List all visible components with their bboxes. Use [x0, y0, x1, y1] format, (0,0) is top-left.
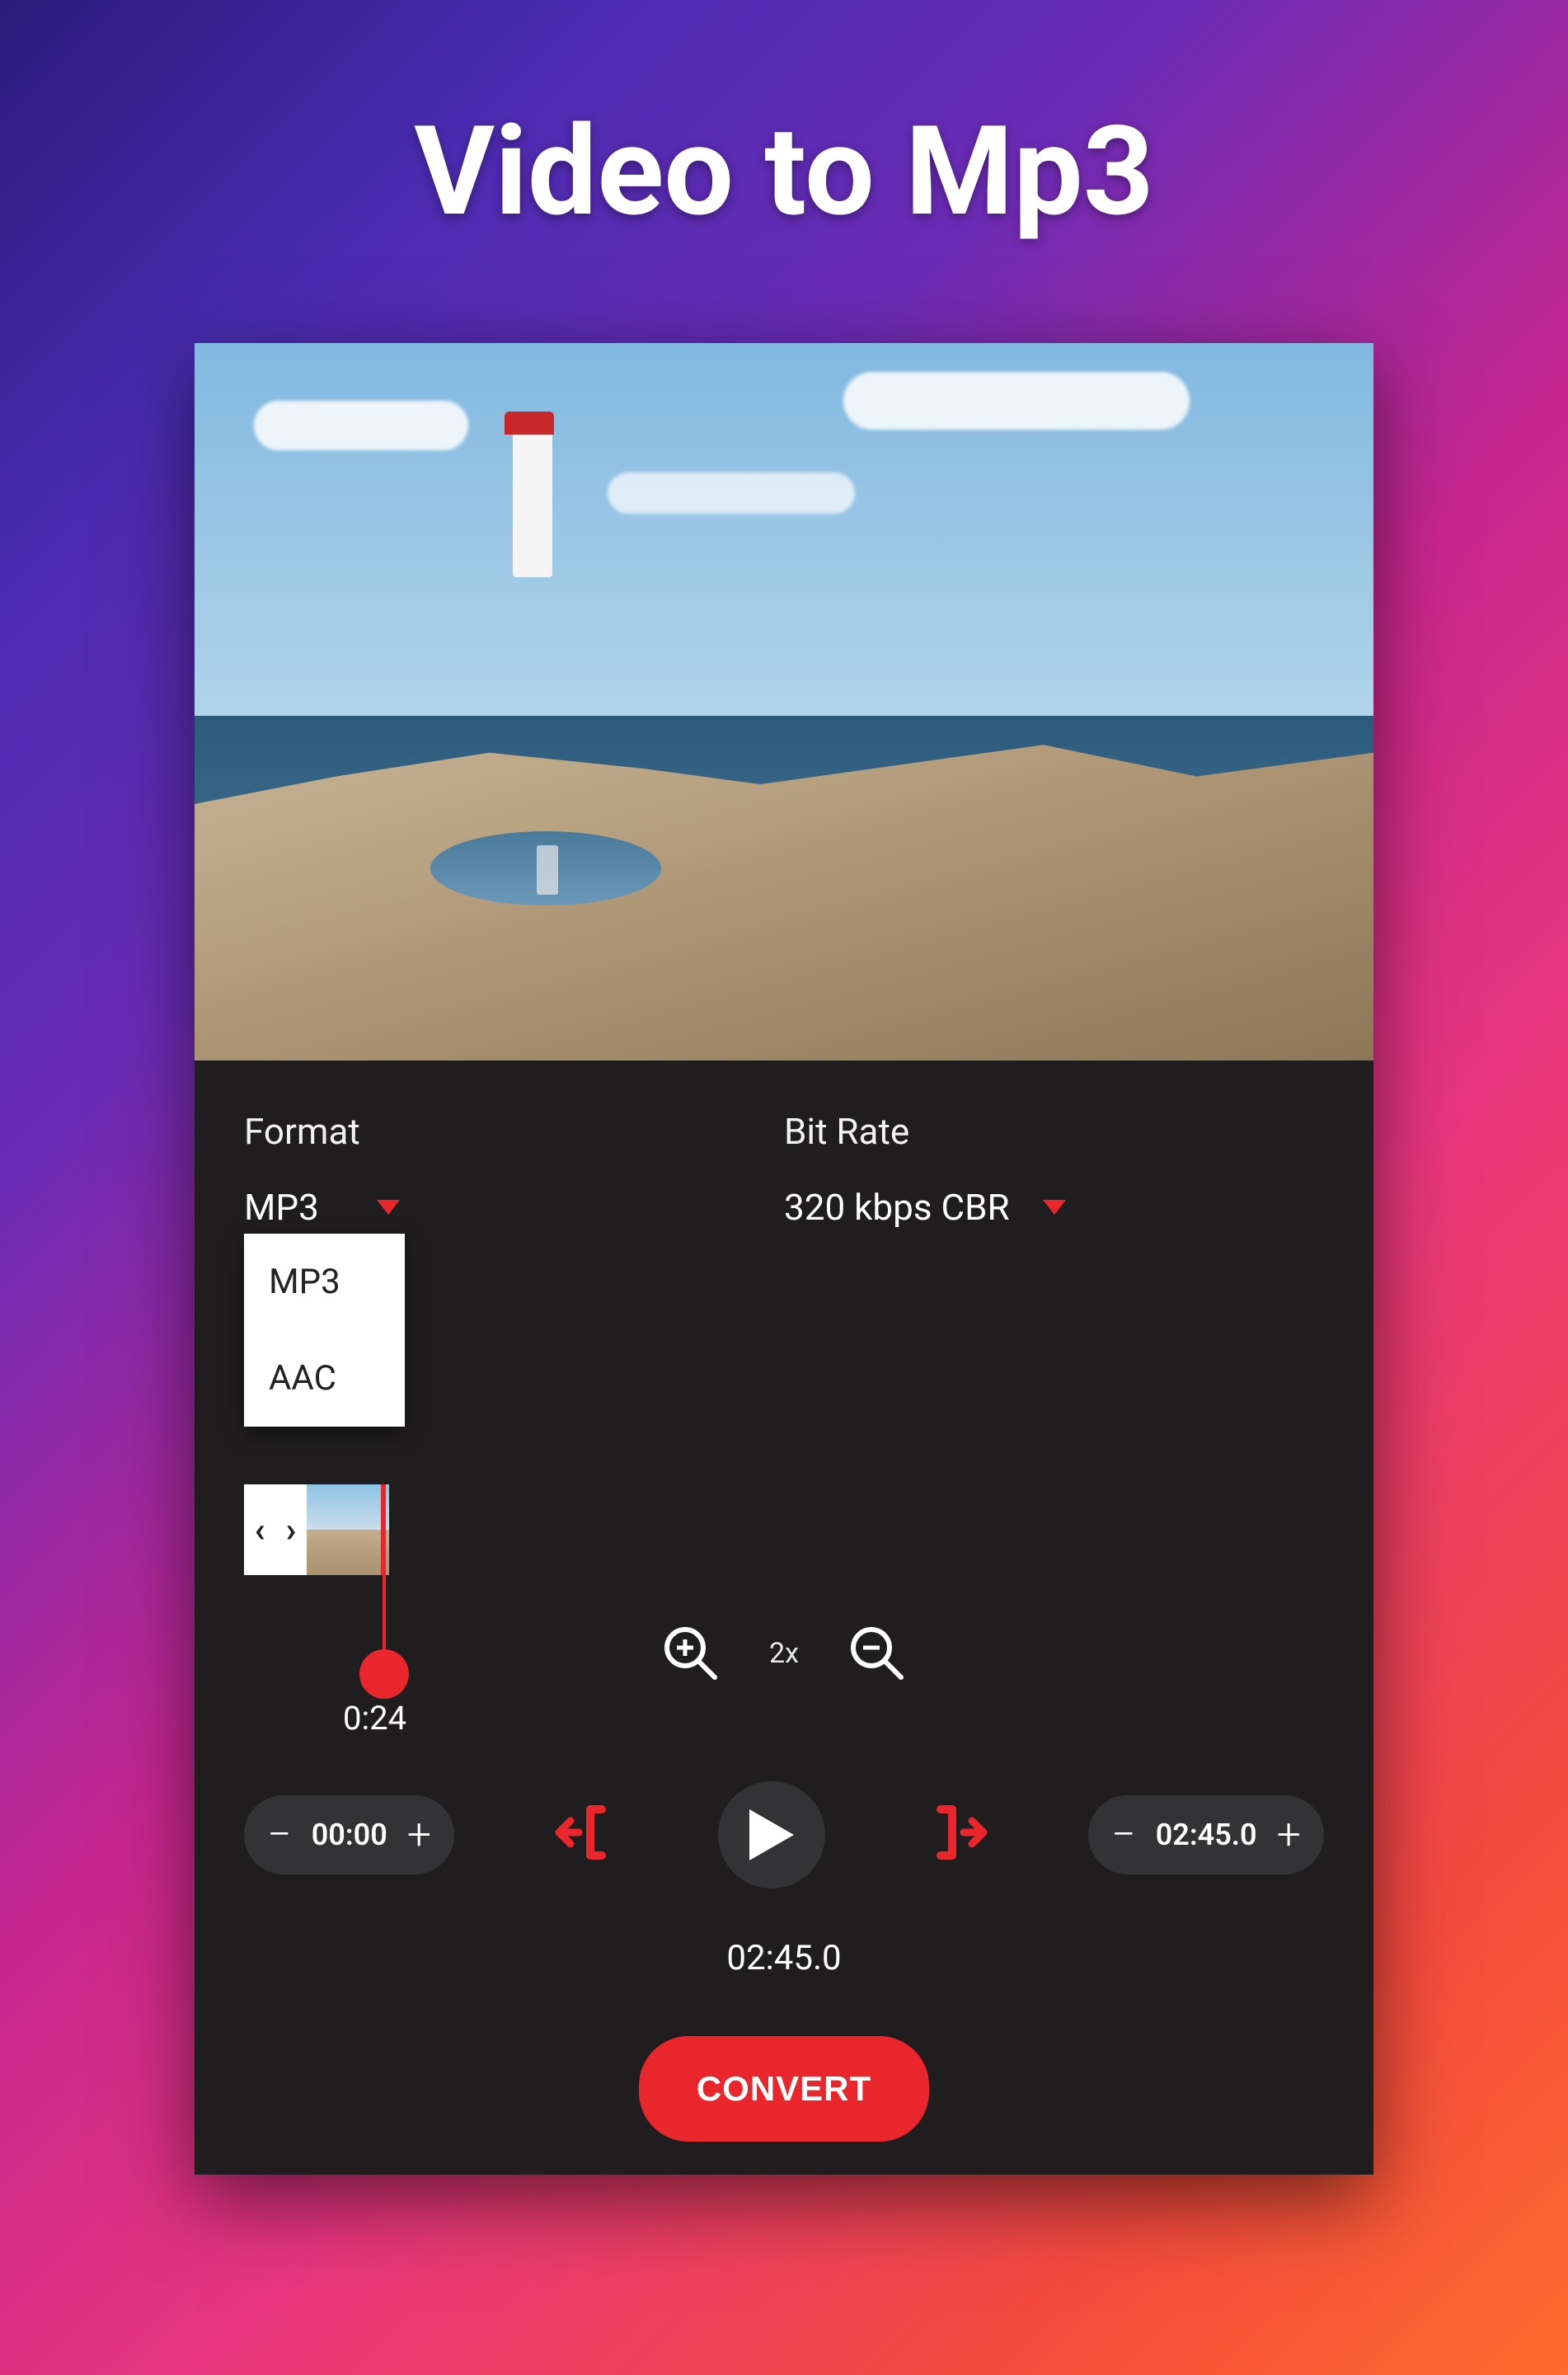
set-start-button[interactable] [554, 1801, 618, 1869]
playhead-indicator[interactable] [381, 1484, 386, 1575]
play-button[interactable] [718, 1781, 825, 1888]
timeline-prev-button[interactable]: ‹ [244, 1484, 275, 1575]
start-increase-button[interactable]: + [407, 1813, 431, 1856]
start-time: 00:00 [312, 1818, 387, 1852]
format-option-mp3[interactable]: MP3 [244, 1234, 405, 1330]
app-panel: Format MP3 MP3 AAC Bit Rate 320 kbps CBR [195, 343, 1373, 2175]
zoom-out-button[interactable] [848, 1625, 906, 1682]
zoom-level: 2x [769, 1637, 799, 1670]
page-title: Video to Mp3 [414, 99, 1154, 244]
video-preview[interactable] [195, 343, 1373, 1061]
format-select[interactable]: MP3 [244, 1186, 784, 1229]
bitrate-select[interactable]: 320 kbps CBR [784, 1186, 1324, 1229]
end-time-control: − 02:45.0 + [1088, 1795, 1324, 1874]
format-value: MP3 [244, 1186, 319, 1229]
bitrate-label: Bit Rate [784, 1110, 1324, 1153]
zoom-in-button[interactable] [662, 1625, 720, 1682]
chevron-down-icon [1043, 1200, 1066, 1215]
bitrate-value: 320 kbps CBR [784, 1186, 1010, 1229]
total-duration: 02:45.0 [244, 1938, 1324, 1978]
timeline[interactable]: ‹ › [244, 1484, 1324, 1575]
format-option-aac[interactable]: AAC [244, 1330, 405, 1427]
start-decrease-button[interactable]: − [267, 1813, 292, 1856]
format-dropdown: MP3 AAC [244, 1234, 405, 1427]
timeline-next-button[interactable]: › [275, 1484, 307, 1575]
chevron-down-icon [377, 1200, 400, 1215]
timeline-thumb [307, 1484, 389, 1575]
set-end-button[interactable] [924, 1801, 988, 1869]
end-increase-button[interactable]: + [1277, 1813, 1301, 1856]
playhead-time: 0:24 [343, 1699, 406, 1738]
play-icon [749, 1809, 794, 1860]
end-decrease-button[interactable]: − [1111, 1813, 1136, 1856]
convert-button[interactable]: CONVERT [639, 2036, 929, 2142]
format-label: Format [244, 1110, 784, 1153]
start-time-control: − 00:00 + [244, 1795, 454, 1874]
end-time: 02:45.0 [1156, 1818, 1257, 1852]
